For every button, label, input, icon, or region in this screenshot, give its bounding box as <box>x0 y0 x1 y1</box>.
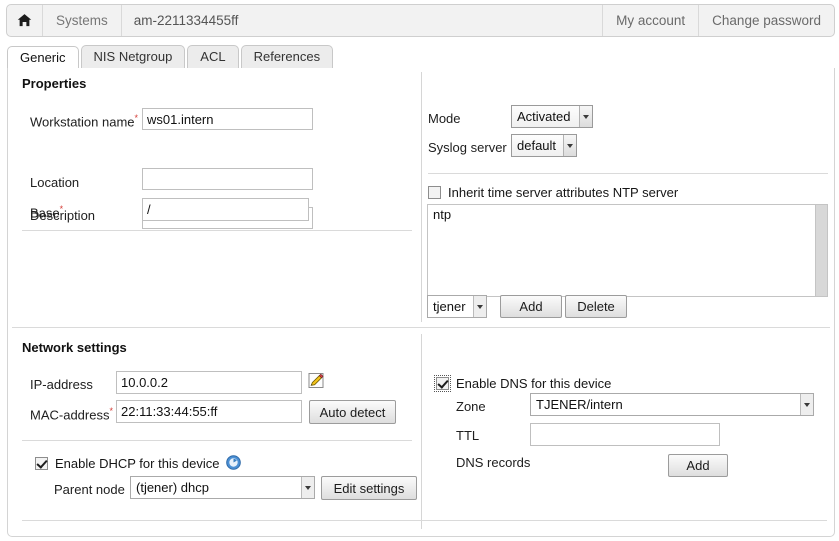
dns-records-add-button[interactable]: Add <box>668 454 728 477</box>
inherit-ntp-checkbox[interactable] <box>428 186 441 199</box>
chevron-down-icon <box>579 106 592 127</box>
ntp-server-select-value: tjener <box>433 299 466 314</box>
parent-node-label: Parent node <box>54 482 125 497</box>
workstation-name-label-text: Workstation name <box>30 114 135 130</box>
workstation-name-label: Workstation name* <box>30 113 138 129</box>
ntp-delete-button[interactable]: Delete <box>565 295 627 318</box>
ntp-listbox-scrollbar[interactable] <box>815 205 827 296</box>
panel-bottom-divider <box>22 520 827 521</box>
chevron-down-icon <box>563 135 576 156</box>
tab-references[interactable]: References <box>240 45 334 68</box>
workstation-name-required-marker: * <box>134 113 139 123</box>
mode-label: Mode <box>428 111 461 126</box>
home-icon <box>17 14 32 27</box>
page-title: am-2211334455ff <box>133 13 239 28</box>
home-button[interactable] <box>7 5 43 36</box>
chevron-down-icon <box>301 477 314 498</box>
enable-dhcp-row: Enable DHCP for this device <box>35 456 220 471</box>
mac-address-label: MAC-address* <box>30 406 113 422</box>
properties-left-divider <box>22 230 412 231</box>
breadcrumb-systems[interactable]: Systems <box>43 5 122 36</box>
ip-address-label: IP-address <box>30 377 93 392</box>
enable-dns-checkbox[interactable] <box>434 375 451 392</box>
top-navigation-bar: Systems am-2211334455ff My account Chang… <box>6 4 835 37</box>
enable-dhcp-checkbox[interactable] <box>35 457 48 470</box>
topbar-account-links: My account Change password <box>602 5 834 36</box>
dns-zone-label: Zone <box>456 399 486 414</box>
mac-address-label-text: MAC-address <box>30 407 110 423</box>
mac-address-input[interactable] <box>116 400 302 423</box>
location-input[interactable] <box>142 168 313 190</box>
dns-zone-select-value: TJENER/intern <box>536 397 623 412</box>
properties-section-title: Properties <box>22 76 87 91</box>
inherit-ntp-label: Inherit time server attributes NTP serve… <box>448 185 679 200</box>
syslog-server-select-value: default <box>517 138 557 153</box>
change-password-link[interactable]: Change password <box>698 5 834 36</box>
tab-generic[interactable]: Generic <box>7 46 79 69</box>
chevron-down-icon <box>800 394 813 415</box>
dns-zone-select[interactable]: TJENER/intern <box>530 393 814 416</box>
auto-detect-button[interactable]: Auto detect <box>309 400 396 424</box>
parent-node-select[interactable]: (tjener) dhcp <box>130 476 315 499</box>
properties-column-divider <box>421 72 422 322</box>
mode-select-value: Activated <box>517 109 571 124</box>
syslog-server-label: Syslog server <box>428 140 507 155</box>
generic-tab-panel: Properties Workstation name* Description… <box>7 68 835 537</box>
mode-select[interactable]: Activated <box>511 105 593 128</box>
enable-dhcp-label: Enable DHCP for this device <box>55 456 220 471</box>
base-input[interactable] <box>142 198 309 221</box>
inherit-ntp-row: Inherit time server attributes NTP serve… <box>428 185 678 200</box>
chevron-down-icon <box>473 296 486 317</box>
location-label: Location <box>30 175 80 190</box>
properties-network-divider <box>12 327 830 328</box>
enable-dns-label: Enable DNS for this device <box>456 376 612 391</box>
tab-nis-netgroup[interactable]: NIS Netgroup <box>80 45 186 68</box>
dns-records-label: DNS records <box>456 455 531 470</box>
properties-right-divider <box>428 173 828 174</box>
dns-ttl-label: TTL <box>456 428 480 443</box>
ntp-server-listbox[interactable]: ntp <box>427 204 828 297</box>
parent-node-select-value: (tjener) dhcp <box>136 480 209 495</box>
ntp-add-button[interactable]: Add <box>500 295 562 318</box>
network-settings-section-title: Network settings <box>22 340 127 355</box>
pencil-edit-icon[interactable] <box>308 372 325 389</box>
dns-ttl-input[interactable] <box>530 423 720 446</box>
network-column-divider <box>421 334 422 529</box>
edit-settings-button[interactable]: Edit settings <box>321 476 417 500</box>
ntp-server-list-item[interactable]: ntp <box>428 205 827 224</box>
tab-acl[interactable]: ACL <box>187 45 239 68</box>
tab-bar: Generic NIS Netgroup ACL References <box>7 45 835 69</box>
my-account-link[interactable]: My account <box>602 5 698 36</box>
workstation-name-input[interactable] <box>142 108 313 130</box>
ip-address-input[interactable] <box>116 371 302 394</box>
network-left-divider <box>22 440 412 441</box>
base-label: Base* <box>30 204 63 220</box>
base-label-text: Base <box>30 205 60 221</box>
base-required-marker: * <box>59 204 64 214</box>
info-icon[interactable] <box>226 455 241 470</box>
syslog-server-select[interactable]: default <box>511 134 577 157</box>
ntp-server-select[interactable]: tjener <box>427 295 487 318</box>
enable-dns-row: Enable DNS for this device <box>434 375 612 392</box>
mac-address-required-marker: * <box>109 406 113 416</box>
